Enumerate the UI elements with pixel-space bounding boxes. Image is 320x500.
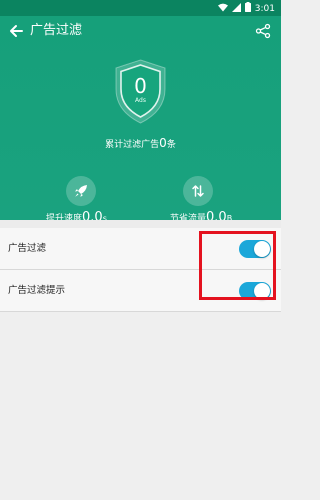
wifi-icon xyxy=(217,3,228,15)
cellular-signal-icon xyxy=(231,2,241,15)
settings-list: 广告过滤 广告过滤提示 xyxy=(0,220,281,312)
blocked-ads-unit: Ads xyxy=(135,97,146,104)
total-blocked-prefix: 累计过滤广告 xyxy=(105,140,160,150)
blocked-ads-count: 0 xyxy=(134,74,147,98)
ad-filter-notify-label: 广告过滤提示 xyxy=(8,285,66,296)
up-down-arrows-icon xyxy=(183,176,213,206)
ad-filter-header: 广告过滤 0 Ads 累计过滤广告0条 提升速度0.0s 节省流量0.0B xyxy=(0,16,281,225)
toolbar: 广告过滤 xyxy=(0,16,281,46)
toggle-knob xyxy=(254,283,270,299)
toggle-knob xyxy=(254,241,270,257)
share-icon[interactable] xyxy=(255,23,271,39)
ad-filter-notify-toggle[interactable] xyxy=(239,282,271,300)
page-title: 广告过滤 xyxy=(30,23,83,38)
ad-filter-row: 广告过滤 xyxy=(0,220,281,270)
battery-icon xyxy=(244,2,251,15)
back-arrow-icon[interactable] xyxy=(8,23,24,39)
total-blocked-suffix: 条 xyxy=(166,140,176,150)
ad-filter-notify-row: 广告过滤提示 xyxy=(0,270,281,312)
status-bar: 3:01 xyxy=(0,0,281,16)
ad-filter-label: 广告过滤 xyxy=(8,243,47,254)
total-blocked-value: 0 xyxy=(159,136,167,150)
total-blocked-summary: 累计过滤广告0条 xyxy=(0,136,281,152)
ad-filter-toggle[interactable] xyxy=(239,240,271,258)
status-time: 3:01 xyxy=(254,3,275,14)
rocket-icon xyxy=(66,176,96,206)
